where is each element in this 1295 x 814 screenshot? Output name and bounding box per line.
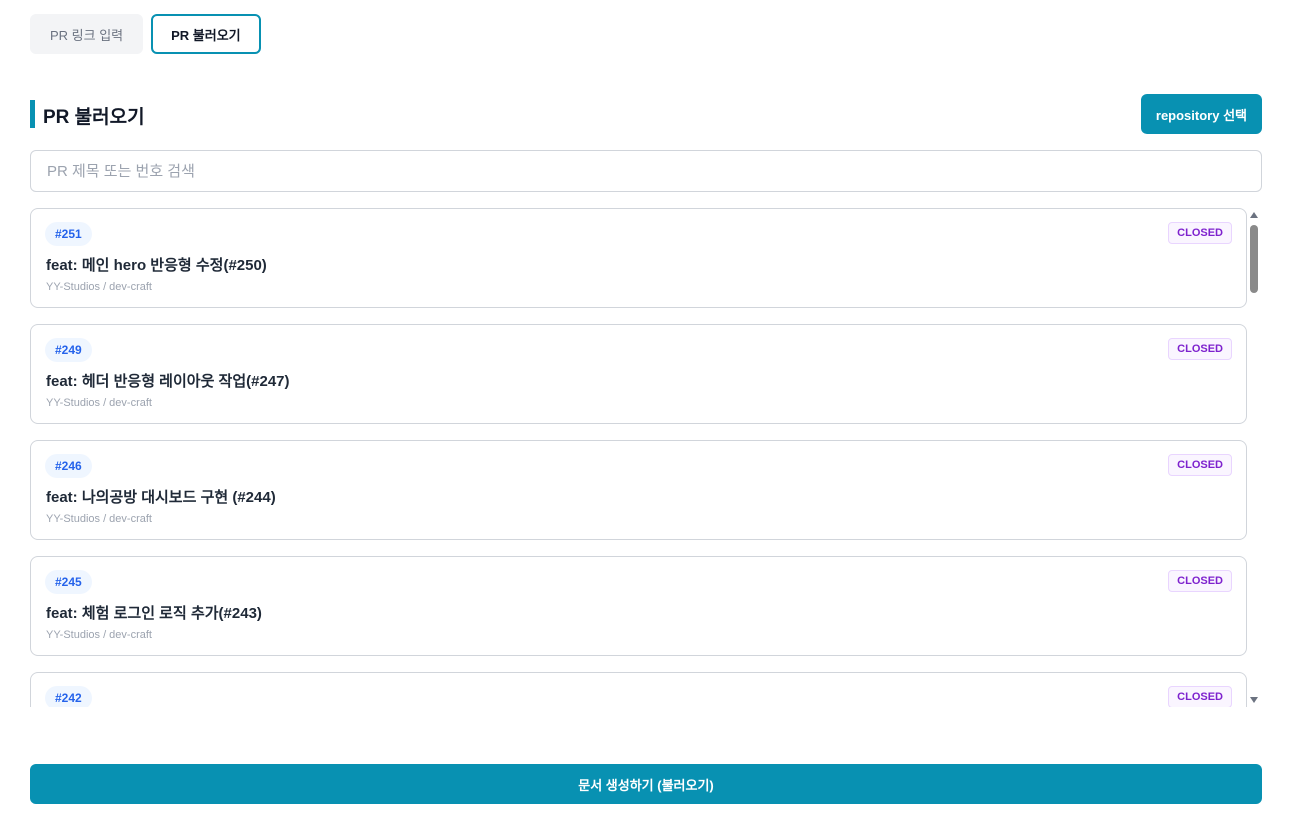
pr-card[interactable]: #249 feat: 헤더 반응형 레이아웃 작업(#247) YY-Studi… <box>30 324 1247 424</box>
tab-pr-link-input[interactable]: PR 링크 입력 <box>30 14 144 54</box>
status-badge: CLOSED <box>1168 570 1232 592</box>
pr-title: feat: 헤더 반응형 레이아웃 작업(#247) <box>46 373 290 390</box>
pr-number-badge: #249 <box>45 338 92 362</box>
section-title: PR 불러오기 <box>43 107 145 128</box>
pr-repo-name: YY-Studios / dev-craft <box>46 629 152 641</box>
status-badge: CLOSED <box>1168 454 1232 476</box>
pr-number-badge: #242 <box>45 686 92 707</box>
pr-repo-name: YY-Studios / dev-craft <box>46 397 152 409</box>
scroll-down-arrow-icon[interactable] <box>1250 697 1258 703</box>
scroll-up-arrow-icon[interactable] <box>1250 212 1258 218</box>
section-accent-bar <box>30 100 35 128</box>
status-badge: CLOSED <box>1168 338 1232 360</box>
pr-title: feat: 체험 로그인 로직 추가(#243) <box>46 605 262 622</box>
status-badge: CLOSED <box>1168 686 1232 707</box>
pr-repo-name: YY-Studios / dev-craft <box>46 281 152 293</box>
tab-pr-import[interactable]: PR 불러오기 <box>151 14 261 54</box>
pr-card[interactable]: #246 feat: 나의공방 대시보드 구현 (#244) YY-Studio… <box>30 440 1247 540</box>
pr-card[interactable]: #245 feat: 체험 로그인 로직 추가(#243) YY-Studios… <box>30 556 1247 656</box>
pr-card[interactable]: #251 feat: 메인 hero 반응형 수정(#250) YY-Studi… <box>30 208 1247 308</box>
pr-card[interactable]: #242 CLOSED <box>30 672 1247 707</box>
pr-number-badge: #245 <box>45 570 92 594</box>
section-header: PR 불러오기 repository 선택 <box>30 94 1262 134</box>
repository-select-button[interactable]: repository 선택 <box>1140 94 1262 134</box>
status-badge: CLOSED <box>1168 222 1232 244</box>
pr-title: feat: 메인 hero 반응형 수정(#250) <box>46 257 267 274</box>
pr-number-badge: #246 <box>45 454 92 478</box>
pr-import-page: PR 링크 입력 PR 불러오기 PR 불러오기 repository 선택 #… <box>0 0 1295 814</box>
pr-list-scrollbar[interactable] <box>1247 208 1262 707</box>
tab-bar: PR 링크 입력 PR 불러오기 <box>30 14 261 54</box>
pr-search-input[interactable] <box>30 150 1262 192</box>
pr-number-badge: #251 <box>45 222 92 246</box>
pr-list: #251 feat: 메인 hero 반응형 수정(#250) YY-Studi… <box>30 208 1262 707</box>
scroll-thumb[interactable] <box>1250 225 1258 293</box>
pr-repo-name: YY-Studios / dev-craft <box>46 513 152 525</box>
pr-title: feat: 나의공방 대시보드 구현 (#244) <box>46 489 276 506</box>
generate-document-button[interactable]: 문서 생성하기 (불러오기) <box>30 764 1262 804</box>
